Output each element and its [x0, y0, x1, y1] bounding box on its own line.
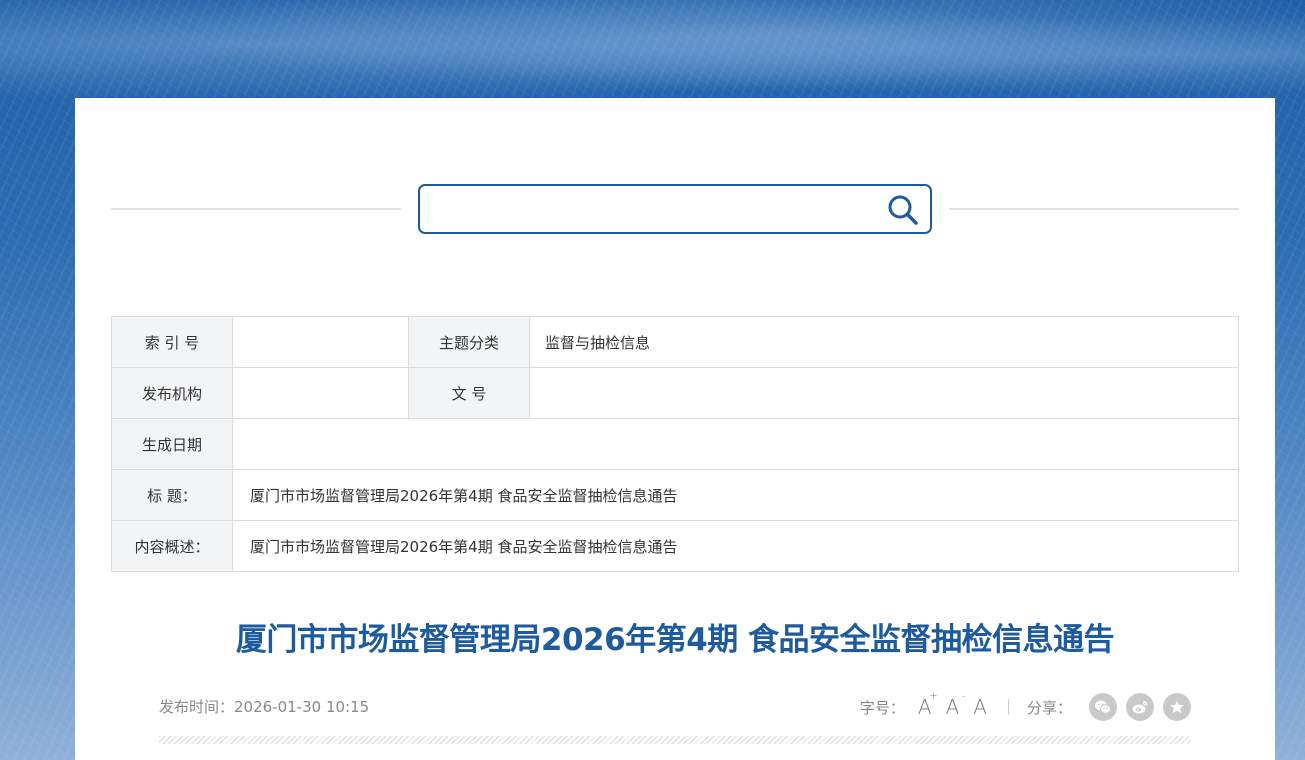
date-value [232, 418, 1239, 470]
font-size-reset-button[interactable]: A [973, 695, 987, 719]
wechat-icon [1095, 700, 1111, 714]
font-size-label: 字号： [859, 698, 905, 717]
search-icon [888, 195, 918, 225]
docno-value [529, 367, 1239, 419]
table-row: 内容概述： 厦门市市场监督管理局2026年第4期 食品安全监督抽检信息通告 [111, 520, 1239, 572]
divider-left [111, 208, 401, 210]
divider-right [949, 208, 1239, 210]
search-button[interactable] [886, 193, 920, 227]
document-meta-table: 索 引 号 主题分类 监督与抽检信息 发布机构 文 号 生成日期 标 题： 厦门… [111, 316, 1239, 572]
star-icon [1170, 700, 1184, 714]
share-weibo-button[interactable] [1126, 693, 1154, 721]
title-label: 标 题： [111, 469, 233, 521]
summary-label: 内容概述： [111, 520, 233, 572]
publisher-value [232, 367, 409, 419]
font-large-sup: + [929, 691, 938, 702]
title-value: 厦门市市场监督管理局2026年第4期 食品安全监督抽检信息通告 [232, 469, 1239, 521]
index-label: 索 引 号 [111, 316, 233, 368]
font-size-decrease-button[interactable]: A- [945, 691, 966, 719]
article-info-bar: 发布时间：2026-01-30 10:15 字号： A + A- A 分享： [159, 691, 1191, 722]
search-input[interactable] [430, 194, 870, 224]
docno-label: 文 号 [408, 367, 530, 419]
article-title: 厦门市市场监督管理局2026年第4期 食品安全监督抽检信息通告 [235, 622, 1115, 658]
weibo-icon [1132, 700, 1148, 714]
date-label: 生成日期 [111, 418, 233, 470]
index-value [232, 316, 409, 368]
font-small-sup: - [961, 691, 966, 702]
header-banner [0, 0, 1305, 110]
table-row: 索 引 号 主题分类 监督与抽检信息 [111, 316, 1239, 368]
font-normal-glyph: A [973, 695, 987, 719]
favorite-button[interactable] [1163, 693, 1191, 721]
search-box [418, 184, 932, 234]
tools-divider [1007, 699, 1009, 715]
hatched-divider [159, 736, 1191, 744]
table-row: 标 题： 厦门市市场监督管理局2026年第4期 食品安全监督抽检信息通告 [111, 469, 1239, 521]
publish-time: 发布时间：2026-01-30 10:15 [159, 698, 370, 716]
search-bar [111, 184, 1239, 234]
summary-value: 厦门市市场监督管理局2026年第4期 食品安全监督抽检信息通告 [232, 520, 1239, 572]
article-tools: 字号： A + A- A 分享： [859, 691, 1191, 722]
topic-value: 监督与抽检信息 [529, 316, 1239, 368]
publisher-label: 发布机构 [111, 367, 233, 419]
font-small-glyph: A [945, 695, 960, 719]
content-card: 索 引 号 主题分类 监督与抽检信息 发布机构 文 号 生成日期 标 题： 厦门… [75, 98, 1275, 760]
table-row: 生成日期 [111, 418, 1239, 470]
table-row: 发布机构 文 号 [111, 367, 1239, 419]
topic-label: 主题分类 [408, 316, 530, 368]
share-wechat-button[interactable] [1089, 693, 1117, 721]
font-size-increase-button[interactable]: A + [918, 691, 938, 719]
share-label: 分享： [1026, 698, 1072, 717]
